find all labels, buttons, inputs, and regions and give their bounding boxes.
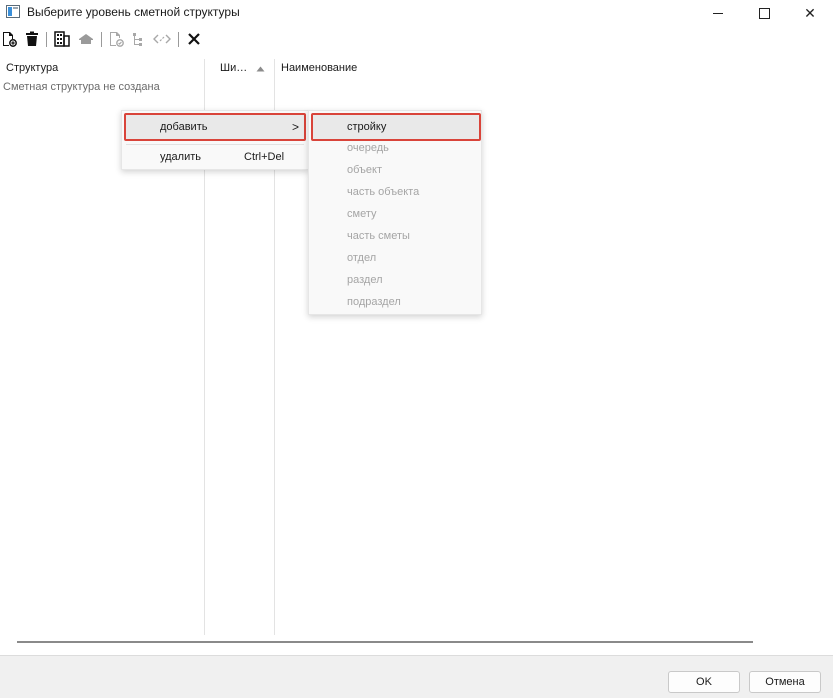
submenu-item-label: очередь [347,142,389,154]
toolbar-separator [46,32,47,47]
maximize-button[interactable] [741,0,787,26]
column-header-name[interactable]: Наименование [281,62,357,74]
submenu-item-phase: очередь [311,138,481,160]
submenu-item-label: подраздел [347,296,401,308]
close-window-button[interactable]: ✕ [787,0,833,26]
chevron-right-icon: > [292,120,300,134]
submenu-item-label: часть объекта [347,186,420,198]
delete-button[interactable] [23,30,41,48]
minimize-icon [713,12,723,14]
code-button[interactable] [152,30,172,48]
tree-icon [133,33,142,46]
window-title: Выберите уровень сметной структуры [27,5,240,19]
title-bar: Выберите уровень сметной структуры ✕ [0,0,833,26]
cancel-button[interactable]: Отмена [749,671,821,693]
house-icon [79,34,93,44]
building-icon [54,31,70,47]
tree-button[interactable] [130,30,146,48]
submenu-item-estimate: смету [311,204,481,226]
submenu-item-object: объект [311,160,481,182]
column-header-short[interactable]: Ши… [220,62,247,74]
maximize-icon [758,7,770,19]
submenu-item-label: смету [347,208,377,220]
submenu-item-label: отдел [347,252,377,264]
document-check-icon [110,32,124,47]
horizontal-scrollbar[interactable] [17,641,753,643]
submenu-item-label: стройку [347,121,387,133]
submenu-item-construction[interactable]: стройку [311,113,481,141]
context-menu: добавить > удалить Ctrl+Del [121,110,309,170]
submenu-item-label: раздел [347,274,383,286]
app-icon [6,5,20,18]
submenu-item-object-part: часть объекта [311,182,481,204]
menu-item-add[interactable]: добавить > [124,113,306,141]
menu-item-delete-label: удалить [160,151,202,163]
house-button[interactable] [77,30,95,48]
submenu-item-estimate-part: часть сметы [311,226,481,248]
menu-item-add-label: добавить [160,121,208,133]
submenu-item-subsection: подраздел [311,292,481,314]
submenu-item-section: раздел [311,270,481,292]
empty-structure-message: Сметная структура не создана [3,81,160,93]
close-tool-button[interactable] [185,30,203,48]
minimize-button[interactable] [695,0,741,26]
document-check-button[interactable] [107,30,125,48]
delete-icon [26,31,38,46]
add-document-button[interactable] [0,30,18,48]
column-header-row: Структура Ши… Наименование [0,59,833,79]
column-header-structure[interactable]: Структура [6,62,58,74]
menu-divider [126,144,304,145]
building-button[interactable] [53,30,71,48]
submenu-item-label: часть сметы [347,230,410,242]
sort-ascending-icon[interactable] [256,66,265,72]
toolbar-separator [178,32,179,47]
ok-button[interactable]: OK [668,671,740,693]
toolbar [0,28,833,50]
code-icon [153,34,171,44]
add-document-icon [3,32,17,47]
close-icon [188,33,200,45]
submenu: стройку очередь объект часть объекта сме… [308,110,482,315]
menu-item-delete[interactable]: удалить Ctrl+Del [124,147,306,169]
toolbar-separator [101,32,102,47]
close-icon: ✕ [804,4,816,21]
submenu-item-department: отдел [311,248,481,270]
menu-item-delete-shortcut: Ctrl+Del [244,151,285,163]
submenu-item-label: объект [347,164,383,176]
